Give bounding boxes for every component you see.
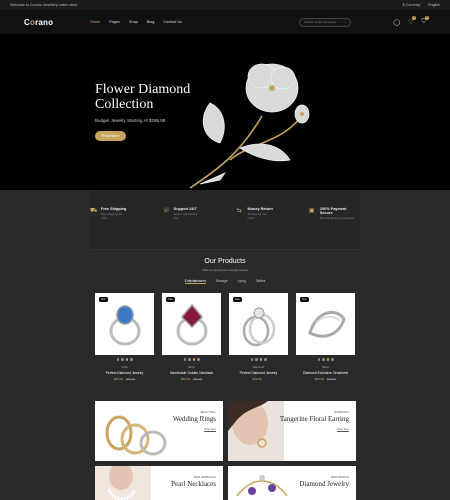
- product-price: $99.00: [252, 376, 262, 381]
- main-nav: Home Pages Shop Blog Contact Us: [90, 20, 182, 24]
- banner-wedding-rings[interactable]: BEAUTIFUL Wedding Rings Shop Now: [95, 401, 223, 461]
- nav-contact[interactable]: Contact Us: [163, 20, 182, 24]
- necklace-image: [95, 466, 151, 500]
- product-name[interactable]: Perfect Diamond Jewelry: [95, 371, 154, 375]
- user-icon[interactable]: ◯: [393, 19, 400, 26]
- new-badge: New: [233, 297, 242, 302]
- section-title: Our Products: [204, 258, 246, 265]
- support-icon: ☏: [162, 208, 171, 214]
- money-icon: ⇆: [236, 208, 242, 214]
- product-image[interactable]: New: [95, 293, 154, 355]
- product-name[interactable]: Perfect Diamond Jewelry: [229, 371, 288, 375]
- shop-now-link[interactable]: Shop Now: [280, 428, 349, 431]
- search-input[interactable]: Search entire store here ⌕: [299, 17, 352, 27]
- banner-earrings[interactable]: EARRINGS Tangerine Floral Earring Shop Now: [228, 401, 356, 461]
- product-name[interactable]: Diamond Exclusive Ornament: [296, 371, 355, 375]
- feature-secure: ▣ 100% Payment Secure We ensure secure pa…: [309, 207, 360, 249]
- ring-image: [242, 307, 276, 347]
- nav-pages[interactable]: Pages: [109, 20, 120, 24]
- product-price: $60.00 $70.00: [113, 376, 136, 381]
- nav-shop[interactable]: Shop: [129, 20, 138, 24]
- color-swatches[interactable]: [162, 358, 221, 361]
- wishlist-icon[interactable]: ♡ 0: [408, 15, 417, 26]
- feature-return: ⇆ Money Return 30 days for free return: [237, 207, 275, 249]
- new-badge: New: [300, 297, 309, 302]
- tab-lying[interactable]: Lying: [238, 279, 246, 284]
- product-card[interactable]: New Diamond Perfect Diamond Jewelry $99.…: [229, 293, 288, 381]
- banner-pearl-necklaces[interactable]: NEW ARRIVALLS Pearl Necklaces: [95, 466, 223, 500]
- product-image[interactable]: New: [229, 293, 288, 355]
- truck-icon: ⛟: [90, 208, 98, 214]
- read-more-button[interactable]: Read More: [95, 131, 126, 141]
- cart-count: 2: [425, 15, 429, 20]
- ring-image: [109, 305, 141, 346]
- secure-icon: ▣: [308, 208, 315, 214]
- product-category: Silver: [322, 364, 329, 369]
- ring-image: [308, 310, 346, 338]
- nav-blog[interactable]: Blog: [147, 20, 155, 24]
- new-badge: New: [166, 297, 175, 302]
- features-bar: ⛟ Free Shipping Free shipping all order ☏…: [90, 190, 360, 250]
- product-category: Diamond: [252, 364, 265, 369]
- product-card[interactable]: New Gold Perfect Diamond Jewelry $60.00 $…: [95, 293, 154, 381]
- feature-shipping: ⛟ Free Shipping Free shipping all order: [90, 207, 129, 249]
- product-tabs: Entertainment Storage Lying Tables: [0, 279, 450, 284]
- product-name[interactable]: Handmade Golden Necklace: [162, 371, 221, 375]
- banner-grid: BEAUTIFUL Wedding Rings Shop Now EARRINGS T…: [95, 401, 356, 500]
- shop-now-link[interactable]: Shop Now: [173, 428, 216, 431]
- jewelry-image: [236, 475, 288, 497]
- new-badge: New: [99, 297, 108, 302]
- tab-storage[interactable]: Storage: [216, 279, 228, 284]
- cart-icon[interactable]: ⛉ 2: [421, 15, 429, 26]
- wishlist-count: 0: [412, 15, 417, 20]
- product-card[interactable]: New Silver Diamond Exclusive Ornament $5…: [296, 293, 355, 381]
- section-subtitle: Add our products to weekly lineup: [202, 268, 248, 272]
- banner-diamond-jewelry[interactable]: NEW DESIGN Diamond Jewelry: [228, 466, 356, 500]
- product-price: $55.00 $75.00: [314, 376, 337, 381]
- product-card[interactable]: New Mony Handmade Golden Necklace $50.00…: [162, 293, 221, 381]
- product-category: Gold: [121, 364, 128, 369]
- color-swatches[interactable]: [296, 358, 355, 361]
- language-selector[interactable]: English: [428, 3, 440, 7]
- hero-slider: Flower Diamond Collection Budget Jewelry…: [0, 34, 450, 190]
- product-price: $50.00 $80.00: [180, 376, 203, 381]
- flower-brooch-image: [189, 63, 310, 189]
- color-swatches[interactable]: [229, 358, 288, 361]
- welcome-text: Welcome to Corano Jewellery online store: [10, 3, 78, 7]
- model-image: [228, 401, 284, 461]
- logo[interactable]: Corano: [24, 18, 90, 27]
- currency-selector[interactable]: $ Currency: [403, 3, 421, 7]
- tab-tables[interactable]: Tables: [256, 279, 266, 284]
- rings-image: [105, 415, 167, 456]
- color-swatches[interactable]: [95, 358, 154, 361]
- search-icon[interactable]: ⌕: [345, 20, 347, 24]
- product-image[interactable]: New: [162, 293, 221, 355]
- product-image[interactable]: New: [296, 293, 355, 355]
- header: Corano Home Pages Shop Blog Contact Us S…: [0, 10, 450, 34]
- product-grid: New Gold Perfect Diamond Jewelry $60.00 $…: [0, 293, 450, 381]
- products-section: Our Products Add our products to weekly …: [0, 250, 450, 381]
- tab-entertainment[interactable]: Entertainment: [184, 279, 206, 284]
- nav-home[interactable]: Home: [90, 20, 100, 24]
- ring-image: [176, 303, 208, 346]
- product-category: Mony: [188, 364, 195, 369]
- top-bar: Welcome to Corano Jewellery online store…: [0, 0, 450, 10]
- feature-support: ☏ Support 24/7 Support 24 hours a day: [163, 207, 203, 249]
